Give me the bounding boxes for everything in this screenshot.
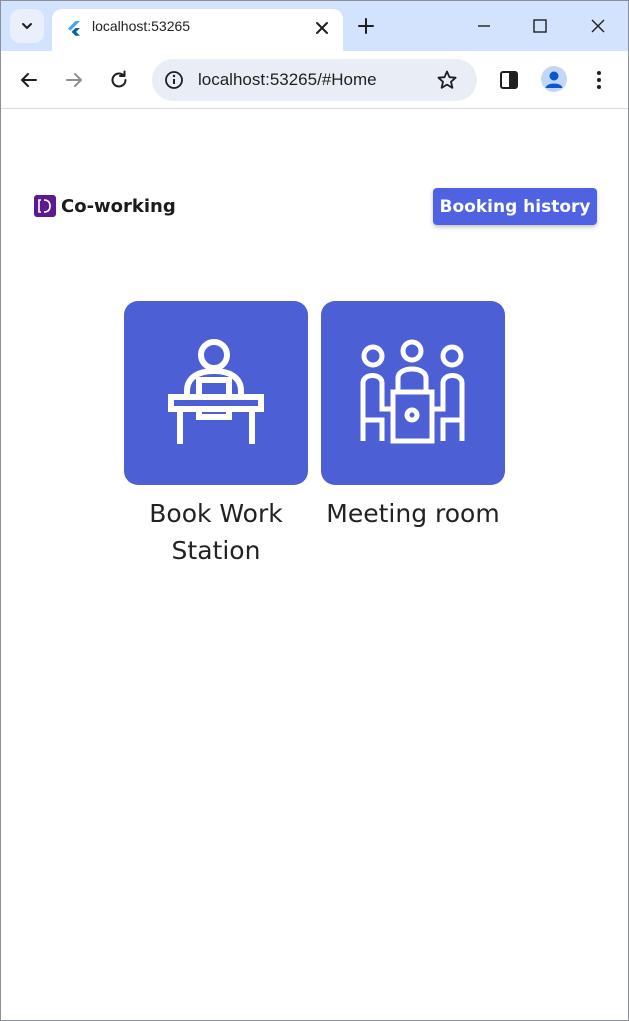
reload-icon[interactable]: [108, 69, 130, 91]
browser-toolbar: localhost:53265/#Home: [1, 51, 628, 109]
booking-history-button[interactable]: Booking history: [433, 188, 597, 225]
workstation-desk-icon: [168, 339, 264, 444]
book-work-station-label: Book Work Station: [149, 499, 283, 565]
app-viewport: Co-working Booking history Book Work Sta…: [1, 110, 628, 1020]
avatar-icon[interactable]: [541, 66, 567, 92]
url-text[interactable]: localhost:53265/#Home: [198, 70, 377, 90]
book-work-station-tile[interactable]: [124, 301, 308, 485]
kebab-menu-icon[interactable]: [588, 69, 610, 91]
chevron-down-icon: [22, 23, 32, 29]
close-icon[interactable]: [313, 19, 331, 37]
browser-tab[interactable]: localhost:53265: [52, 9, 343, 51]
maximize-icon[interactable]: [531, 17, 549, 35]
plus-icon[interactable]: [357, 17, 375, 35]
browser-window: localhost:53265 localhost:53265/#Home Co…: [0, 0, 629, 1021]
brand-logo-icon: [34, 195, 56, 217]
window-close-icon[interactable]: [589, 17, 607, 35]
tab-strip: localhost:53265: [1, 1, 628, 51]
address-bar[interactable]: localhost:53265/#Home: [152, 59, 477, 101]
meeting-room-tile[interactable]: [321, 301, 505, 485]
meeting-room-card[interactable]: Meeting room: [321, 301, 505, 532]
person-icon: [545, 71, 563, 88]
star-icon[interactable]: [436, 69, 458, 91]
brand: Co-working: [34, 195, 176, 217]
back-arrow-icon[interactable]: [18, 69, 40, 91]
book-work-station-card[interactable]: Book Work Station: [124, 301, 308, 569]
meeting-room-icon: [360, 339, 465, 444]
meeting-room-label: Meeting room: [326, 499, 500, 528]
tab-search-button[interactable]: [10, 9, 44, 43]
brand-name: Co-working: [61, 195, 176, 217]
tab-title: localhost:53265: [92, 18, 191, 34]
side-panel-icon[interactable]: [498, 69, 520, 91]
info-icon[interactable]: [164, 70, 184, 90]
forward-arrow-icon[interactable]: [63, 69, 85, 91]
minimize-icon[interactable]: [475, 17, 493, 35]
flutter-icon: [68, 21, 80, 36]
